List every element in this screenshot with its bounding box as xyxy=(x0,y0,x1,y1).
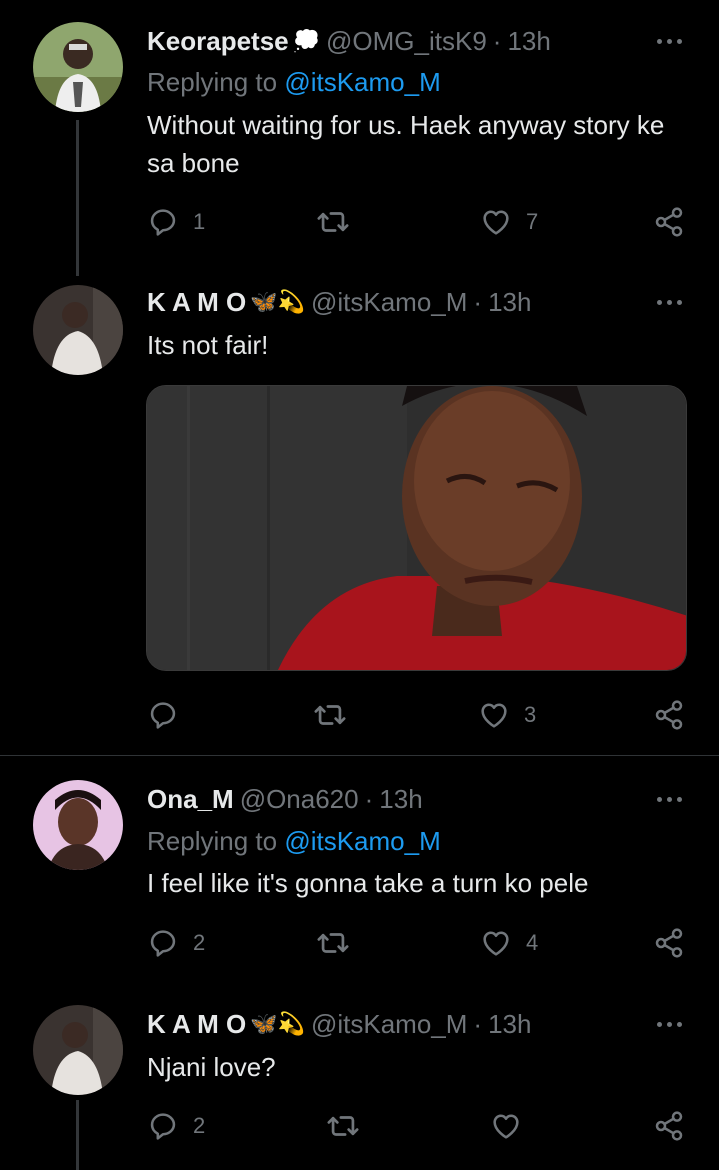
avatar[interactable] xyxy=(33,285,123,375)
like-icon xyxy=(478,699,510,731)
timestamp[interactable]: 13h xyxy=(507,26,550,57)
tweet-text: Its not fair! xyxy=(147,330,269,360)
separator: · xyxy=(473,286,483,317)
replying-to: Replying to @itsKamo_M xyxy=(147,67,441,98)
username[interactable]: @Ona620 xyxy=(240,784,359,815)
username[interactable]: @itsKamo_M xyxy=(311,1009,467,1040)
separator: · xyxy=(492,25,502,56)
avatar-photo xyxy=(33,1005,123,1095)
reply-button[interactable]: 2 xyxy=(147,1106,205,1146)
more-icon[interactable] xyxy=(652,292,686,312)
reply-button[interactable]: 1 xyxy=(147,202,205,242)
timestamp[interactable]: 13h xyxy=(488,1009,531,1040)
tweet-media-image[interactable] xyxy=(146,385,687,671)
tweet-header: K A M O 🦋💫 @itsKamo_M · 13h xyxy=(147,285,531,319)
like-count: 7 xyxy=(526,209,539,234)
like-icon xyxy=(490,1110,522,1142)
like-icon xyxy=(480,206,512,238)
replying-to-link[interactable]: @itsKamo_M xyxy=(284,67,440,97)
more-icon[interactable] xyxy=(652,789,686,809)
retweet-icon xyxy=(326,1109,360,1143)
retweet-button[interactable] xyxy=(316,202,364,242)
tweet-header: Keorapetse 💭 @OMG_itsK9 · 13h xyxy=(147,24,551,58)
avatar[interactable] xyxy=(33,1005,123,1095)
retweet-icon xyxy=(313,698,347,732)
like-button[interactable]: 4 xyxy=(480,923,538,963)
share-icon xyxy=(653,927,685,959)
like-button[interactable]: 3 xyxy=(478,695,536,735)
avatar-photo xyxy=(33,285,123,375)
share-button[interactable] xyxy=(653,1106,685,1146)
avatar-photo xyxy=(33,22,123,112)
butterfly-icon: 🦋💫 xyxy=(250,1011,305,1036)
reply-count: 2 xyxy=(193,930,206,955)
like-button[interactable] xyxy=(490,1106,536,1146)
share-button[interactable] xyxy=(653,695,685,735)
replying-to-link[interactable]: @itsKamo_M xyxy=(284,826,440,856)
display-name[interactable]: Ona_M xyxy=(147,784,234,815)
avatar[interactable] xyxy=(33,22,123,112)
retweet-button[interactable] xyxy=(326,1106,374,1146)
username[interactable]: @OMG_itsK9 xyxy=(326,26,487,57)
display-name[interactable]: K A M O xyxy=(147,287,246,318)
replying-to-label: Replying to xyxy=(147,67,278,97)
share-icon xyxy=(653,1110,685,1142)
tweet-header: K A M O 🦋💫 @itsKamo_M · 13h xyxy=(147,1007,531,1041)
share-button[interactable] xyxy=(653,202,685,242)
tweet-text: Njani love? xyxy=(147,1052,276,1082)
retweet-icon xyxy=(316,205,350,239)
timestamp[interactable]: 13h xyxy=(379,784,422,815)
thought-balloon-icon: 💭 xyxy=(292,28,321,53)
reply-icon xyxy=(147,699,179,731)
retweet-button[interactable] xyxy=(313,695,361,735)
separator: · xyxy=(364,783,374,814)
thread-line xyxy=(76,120,79,276)
thread-line xyxy=(76,1100,79,1170)
reply-icon xyxy=(147,927,179,959)
retweet-button[interactable] xyxy=(316,923,364,963)
share-icon xyxy=(653,206,685,238)
butterfly-icon: 🦋💫 xyxy=(250,289,305,314)
reply-icon xyxy=(147,1110,179,1142)
reply-count: 1 xyxy=(193,209,206,234)
like-button[interactable]: 7 xyxy=(480,202,538,242)
retweet-icon xyxy=(316,926,350,960)
media-photo xyxy=(147,386,686,670)
timestamp[interactable]: 13h xyxy=(488,287,531,318)
share-icon xyxy=(653,699,685,731)
divider xyxy=(0,755,719,756)
display-name[interactable]: K A M O xyxy=(147,1009,246,1040)
reply-icon xyxy=(147,206,179,238)
reply-count: 2 xyxy=(193,1113,206,1138)
replying-to-label: Replying to xyxy=(147,826,278,856)
avatar-photo xyxy=(33,780,123,870)
more-icon[interactable] xyxy=(652,1014,686,1034)
like-icon xyxy=(480,927,512,959)
reply-button[interactable]: 2 xyxy=(147,923,205,963)
tweet-text: I feel like it's gonna take a turn ko pe… xyxy=(147,868,589,898)
username[interactable]: @itsKamo_M xyxy=(311,287,467,318)
reply-button[interactable] xyxy=(147,695,193,735)
avatar[interactable] xyxy=(33,780,123,870)
like-count: 3 xyxy=(524,702,537,727)
more-icon[interactable] xyxy=(652,31,686,51)
display-name[interactable]: Keorapetse xyxy=(147,26,289,57)
tweet-text: Without waiting for us. Haek anyway stor… xyxy=(147,110,665,178)
share-button[interactable] xyxy=(653,923,685,963)
replying-to: Replying to @itsKamo_M xyxy=(147,826,441,857)
tweet-header: Ona_M @Ona620 · 13h xyxy=(147,782,423,816)
separator: · xyxy=(473,1008,483,1039)
like-count: 4 xyxy=(526,930,539,955)
